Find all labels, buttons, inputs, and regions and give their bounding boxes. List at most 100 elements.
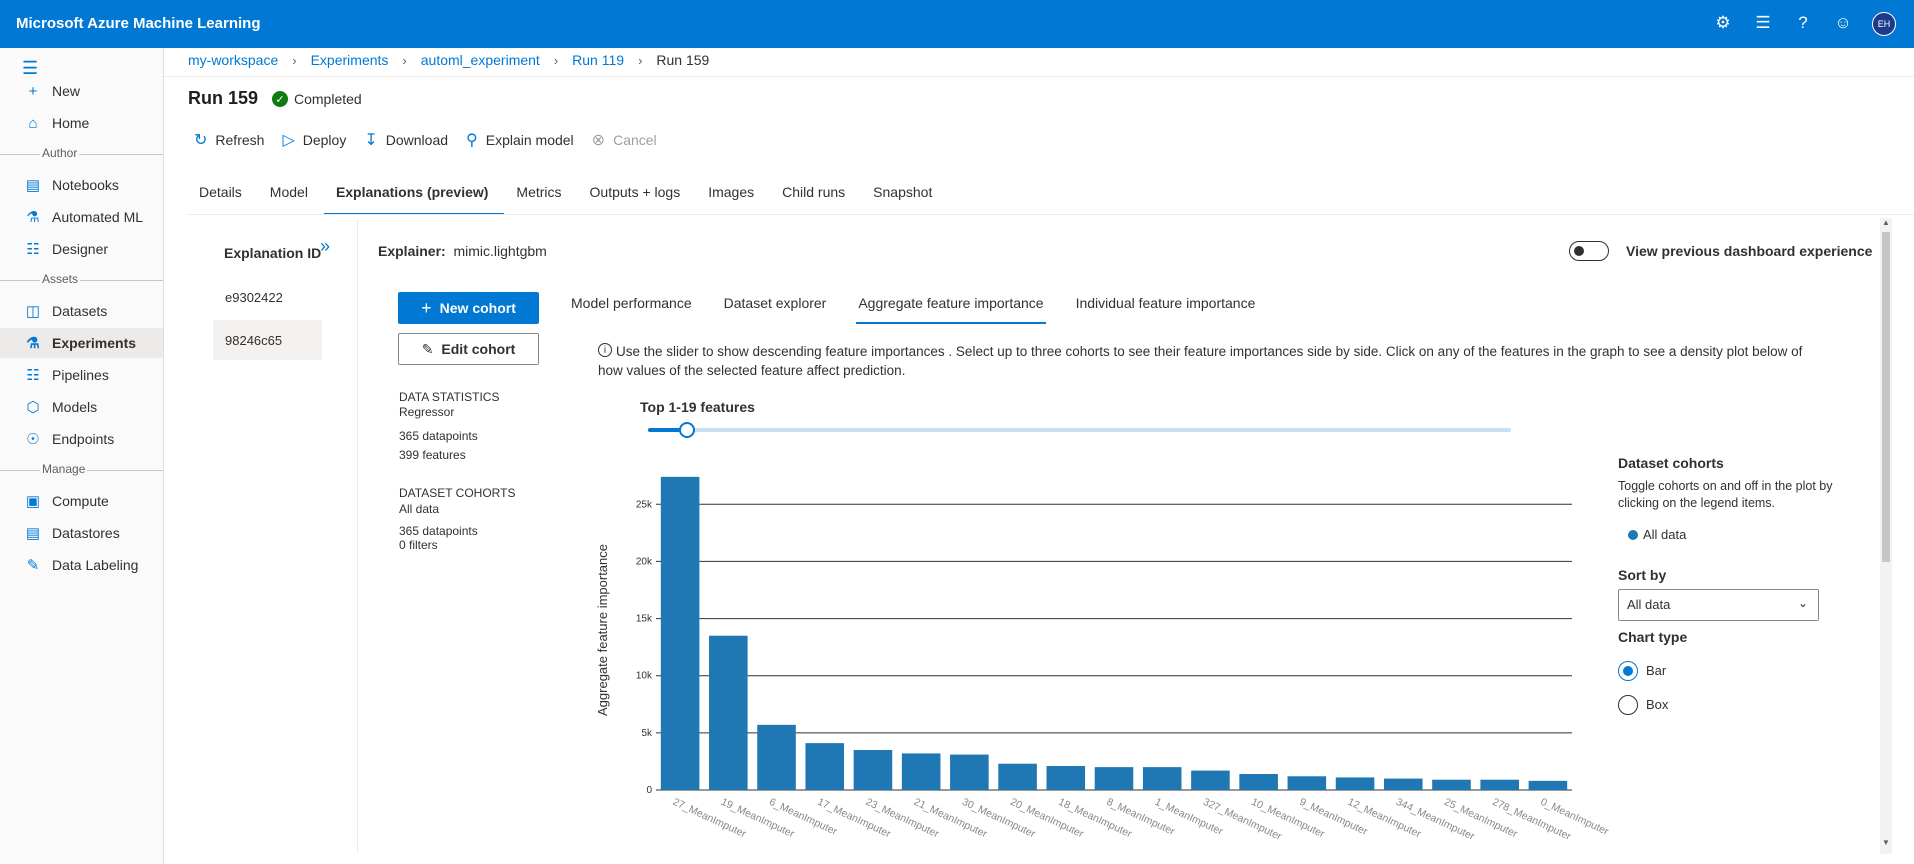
notebook-icon: ▤ [25,177,41,194]
bar [853,750,893,790]
automl-icon: ⚗ [26,209,40,226]
sidebar-item-notebooks[interactable]: ▤ Notebooks [0,170,163,200]
dataset-cohorts-heading: DATASET COHORTS [399,486,516,500]
sidebar-item-data-labeling[interactable]: ✎ Data Labeling [0,550,163,580]
tab-snapshot[interactable]: Snapshot [873,184,946,214]
chart-type-box-radio[interactable] [1618,695,1638,715]
home-icon: ⌂ [28,114,38,132]
sidebar-item-pipelines[interactable]: ☷ Pipelines [0,360,163,390]
chart-type-box-label: Box [1646,697,1669,712]
divider [164,76,1914,77]
toolbar: ↻ Refresh ▷ Deploy ↧ Download ⚲ Explain mode… [194,130,657,150]
breadcrumb-current: Run 159 [656,52,710,68]
scroll-up-icon[interactable]: ▲ [1882,218,1890,227]
tab-details[interactable]: Details [199,184,256,214]
model-type: Regressor [399,405,455,419]
scrollbar-thumb[interactable] [1882,232,1890,562]
settings-icon[interactable]: ⚙ [1712,12,1734,34]
tab-child-runs[interactable]: Child runs [782,184,859,214]
tab-model[interactable]: Model [270,184,322,214]
y-tick-label: 20k [636,556,653,567]
sidebar-item-compute[interactable]: ▣ Compute [0,486,163,516]
designer-icon: ☷ [26,241,40,258]
breadcrumb-workspace[interactable]: my-workspace [188,52,278,68]
collapse-panel-icon[interactable]: » [320,236,330,257]
tab-dataset-explorer[interactable]: Dataset explorer [724,295,827,311]
download-icon: ↧ [364,132,378,149]
sidebar-item-label: Compute [52,493,109,509]
legend-item-all-data[interactable]: All data [1628,527,1686,542]
breadcrumb-parent-run[interactable]: Run 119 [572,52,624,68]
section-assets: Assets [0,270,163,290]
chevron-right-icon: › [553,52,559,68]
y-tick-label: 15k [636,614,653,625]
tab-model-performance[interactable]: Model performance [571,295,692,311]
page-title: Run 159 [188,88,259,108]
chevron-right-icon: › [638,52,643,68]
toggle-label: View previous dashboard experience [1626,243,1873,259]
tab-metrics[interactable]: Metrics [516,184,575,214]
previous-dashboard-toggle[interactable] [1569,241,1609,261]
datastores-icon: ▤ [25,525,41,542]
bar [1046,766,1086,790]
scroll-down-icon[interactable]: ▼ [1882,838,1890,847]
pipelines-icon: ☷ [26,367,40,384]
tab-individual-feature-importance[interactable]: Individual feature importance [1076,295,1256,311]
cancel-button[interactable]: ⊗ Cancel [592,130,657,150]
new-cohort-button[interactable]: + New cohort [398,292,539,324]
feedback-icon[interactable]: ☰ [1752,12,1774,34]
info-text: Use the slider to show descending featur… [598,344,1803,378]
pencil-icon: ✎ [421,340,434,357]
tab-images[interactable]: Images [708,184,768,214]
flask-icon: ⚗ [26,335,40,352]
bar [998,763,1037,790]
sidebar-item-datasets[interactable]: ◫ Datasets [0,296,163,326]
sidebar-item-experiments[interactable]: ⚗ Experiments [0,328,163,358]
data-statistics-heading: DATA STATISTICS [399,390,500,404]
deploy-button[interactable]: ▷ Deploy [282,130,346,150]
edit-cohort-button[interactable]: ✎ Edit cohort [398,333,539,365]
sidebar-item-designer[interactable]: ☷ Designer [0,234,163,264]
sidebar-item-label: Endpoints [52,431,115,447]
explain-model-button[interactable]: ⚲ Explain model [466,130,574,150]
sidebar-item-automated-ml[interactable]: ⚗ Automated ML [0,202,163,232]
explanation-item[interactable]: 98246c65 [213,320,322,360]
bar [1432,779,1471,790]
section-manage: Manage [0,460,163,480]
bar [1528,780,1568,790]
tab-outputs-logs[interactable]: Outputs + logs [590,184,695,214]
sidebar-item-models[interactable]: ⬡ Models [0,392,163,422]
help-icon[interactable]: ? [1792,12,1814,34]
feature-slider-thumb[interactable] [679,422,695,438]
y-axis-label: Aggregate feature importance [595,544,610,716]
bar [709,635,748,790]
download-button[interactable]: ↧ Download [364,130,448,150]
bar [660,476,700,790]
sidebar-item-endpoints[interactable]: ☉ Endpoints [0,424,163,454]
search-icon: ⚲ [466,132,478,149]
chart-type-bar-radio[interactable] [1618,661,1638,681]
tab-aggregate-feature-importance[interactable]: Aggregate feature importance [856,295,1046,324]
sidebar-item-home[interactable]: ⌂ Home [0,108,163,138]
cohorts-title: Dataset cohorts [1618,455,1724,471]
app-title[interactable]: Microsoft Azure Machine Learning [16,15,260,32]
refresh-button[interactable]: ↻ Refresh [194,130,264,150]
explanation-id-header: Explanation ID [224,245,322,261]
feature-slider-track[interactable] [648,428,1511,432]
smiley-icon[interactable]: ☺ [1832,12,1854,34]
breadcrumb-experiments[interactable]: Experiments [311,52,389,68]
sidebar-item-new[interactable]: + New [0,76,163,106]
sort-by-dropdown[interactable]: All data ⌄ [1618,589,1819,621]
cohort-datapoints: 365 datapoints [399,524,478,538]
section-author: Author [0,144,163,164]
divider [357,218,358,854]
avatar[interactable]: EH [1872,12,1896,36]
explanation-item[interactable]: e9302422 [213,277,322,317]
sidebar-item-datastores[interactable]: ▤ Datastores [0,518,163,548]
sidebar-item-label: Designer [52,241,109,257]
breadcrumb-experiment[interactable]: automl_experiment [421,52,540,68]
y-tick-label: 25k [636,499,653,510]
tab-explanations[interactable]: Explanations (preview) [323,184,505,215]
chevron-right-icon: › [292,52,297,68]
labeling-icon: ✎ [26,557,40,574]
